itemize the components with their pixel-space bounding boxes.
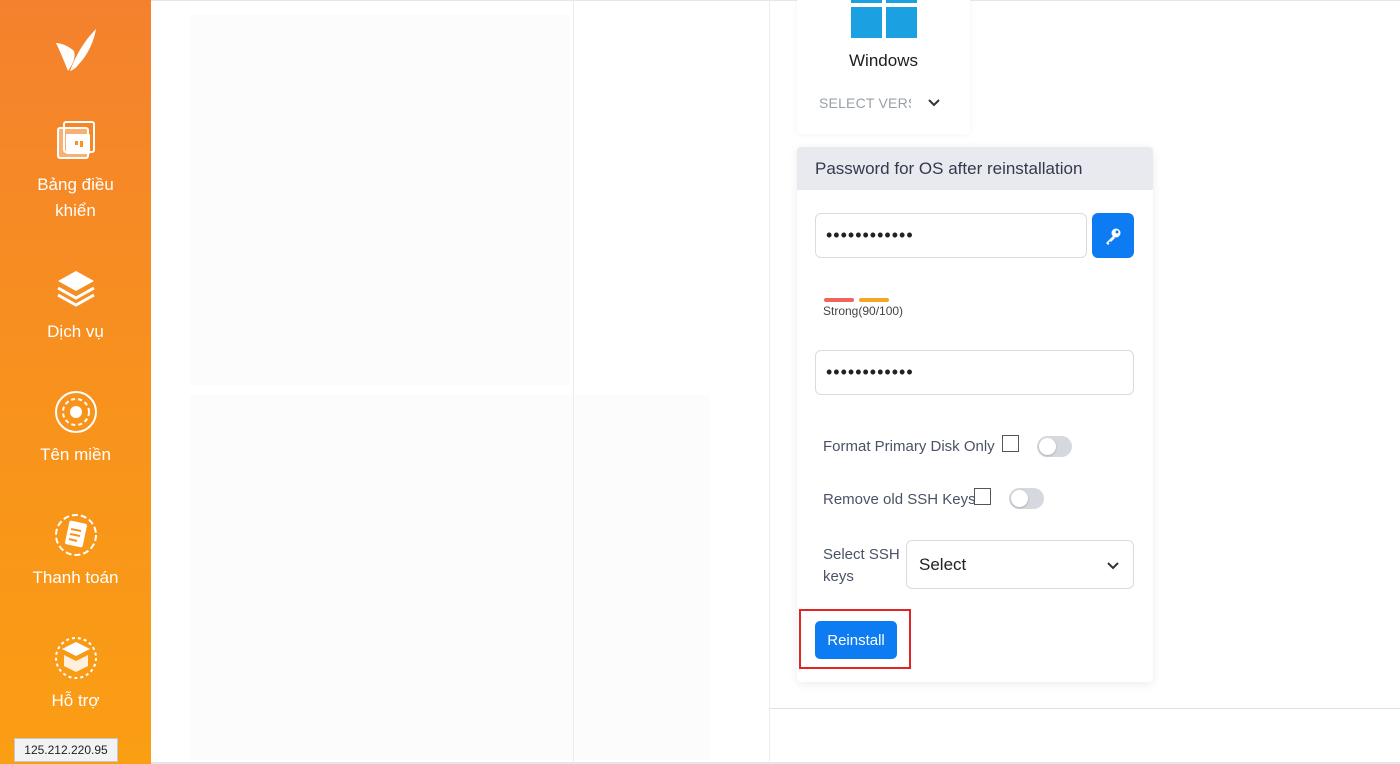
column-divider [573, 0, 574, 764]
ssh-keys-select[interactable]: Select [906, 540, 1134, 589]
strength-meter-segment [824, 298, 854, 302]
support-box-icon [54, 637, 97, 679]
status-url-tooltip: 125.212.220.95 [14, 738, 118, 762]
sidebar-item-support[interactable]: Hỗ trợ [0, 634, 151, 714]
sidebar-item-domains[interactable]: Tên miền [0, 388, 151, 468]
ssh-keys-select-value: Select [919, 554, 967, 574]
version-select-placeholder: SELECT VERSION [819, 95, 911, 111]
sidebar-item-label: Hỗ trợ [51, 691, 100, 710]
format-disk-checkbox[interactable] [1002, 435, 1019, 452]
windows-logo-icon [851, 0, 917, 38]
section-divider [769, 708, 1400, 709]
password-strength-text: Strong(90/100) [823, 304, 904, 318]
format-disk-label: Format Primary Disk Only [823, 438, 995, 455]
os-card-windows[interactable]: Windows SELECT VERSION [797, 0, 970, 134]
reinstall-button[interactable]: Reinstall [815, 621, 897, 659]
empty-content-area [190, 395, 710, 760]
sidebar-item-dashboard[interactable]: Bảng điều khiển [0, 118, 151, 224]
sidebar-item-label: Tên miền [40, 445, 111, 464]
chevron-down-icon [1107, 562, 1119, 570]
confirm-password-input[interactable]: •••••••••••• [815, 350, 1134, 395]
format-disk-toggle[interactable] [1037, 436, 1072, 457]
top-border [151, 0, 1400, 1]
sidebar-item-services[interactable]: Dịch vụ [0, 265, 151, 345]
services-layers-icon [56, 271, 95, 307]
dashboard-icon [56, 121, 95, 159]
sidebar-item-label: Bảng điều khiển [37, 175, 114, 220]
sidebar-item-billing[interactable]: Thanh toán [0, 511, 151, 591]
remove-ssh-keys-checkbox[interactable] [974, 488, 991, 505]
sidebar: Bảng điều khiển Dịch vụ Tên miền Thanh t… [0, 0, 151, 764]
strength-meter-segment [859, 298, 889, 302]
sidebar-item-label: Thanh toán [32, 568, 119, 587]
sidebar-item-label: Dịch vụ [47, 322, 104, 341]
os-name: Windows [849, 51, 918, 70]
brand-logo-icon[interactable] [50, 25, 100, 77]
version-select[interactable]: SELECT VERSION [809, 84, 954, 122]
generate-password-button[interactable] [1092, 213, 1134, 258]
key-icon [1106, 228, 1121, 245]
select-ssh-keys-label: Select SSH keys [823, 546, 900, 585]
remove-ssh-keys-toggle[interactable] [1009, 488, 1044, 509]
password-input[interactable]: •••••••••••• [815, 213, 1087, 258]
chevron-down-icon [928, 99, 940, 107]
empty-content-area [190, 15, 570, 385]
panel-title: Password for OS after reinstallation [797, 147, 1153, 190]
column-divider [769, 0, 770, 764]
domain-globe-icon [54, 391, 97, 433]
billing-document-icon [54, 514, 97, 556]
remove-ssh-keys-label: Remove old SSH Keys [823, 491, 976, 508]
password-panel: Password for OS after reinstallation •••… [797, 147, 1153, 682]
